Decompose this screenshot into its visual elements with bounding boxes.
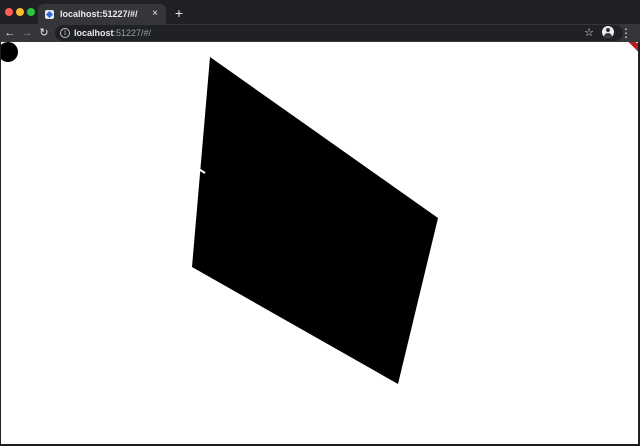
- forward-button[interactable]: →: [20, 26, 34, 40]
- close-window-button[interactable]: [5, 8, 13, 16]
- browser-tab[interactable]: localhost:51227/#/ ×: [38, 4, 166, 24]
- url-path: :51227/#/: [113, 28, 152, 38]
- url-host: localhost: [74, 28, 114, 38]
- browser-menu-icon[interactable]: ⋮: [620, 26, 632, 40]
- reload-button[interactable]: ↻: [37, 26, 51, 40]
- flutter-favicon-icon: [45, 9, 54, 19]
- tab-title: localhost:51227/#/: [60, 9, 138, 19]
- minimize-window-button[interactable]: [16, 8, 24, 16]
- black-quadrilateral: [192, 57, 438, 384]
- browser-toolbar: ← → ↻ i localhost:51227/#/ ☆: [0, 24, 640, 42]
- site-info-icon[interactable]: i: [60, 28, 70, 38]
- new-tab-button[interactable]: +: [172, 6, 186, 20]
- back-button[interactable]: ←: [3, 26, 17, 40]
- skewed-rectangle: [192, 57, 438, 384]
- profile-avatar-icon[interactable]: [602, 26, 614, 38]
- tab-close-icon[interactable]: ×: [148, 7, 162, 21]
- url-text: localhost:51227/#/: [74, 27, 151, 39]
- address-bar[interactable]: i localhost:51227/#/ ☆: [55, 25, 623, 41]
- page-viewport: DEBUG: [1, 42, 638, 444]
- maximize-window-button[interactable]: [27, 8, 35, 16]
- browser-tab-strip: localhost:51227/#/ × +: [0, 0, 640, 24]
- bookmark-star-icon[interactable]: ☆: [582, 26, 596, 40]
